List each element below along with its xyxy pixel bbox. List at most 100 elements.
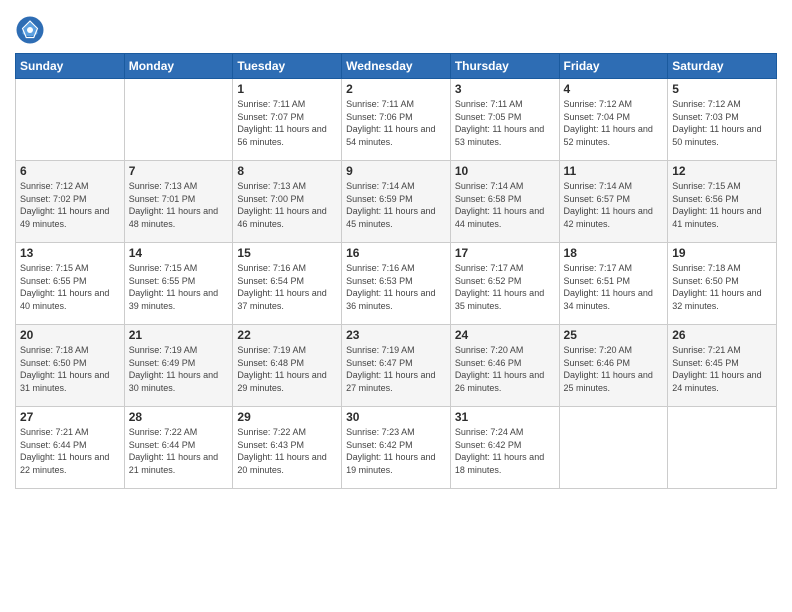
day-cell: 3 Sunrise: 7:11 AMSunset: 7:05 PMDaylight… [450, 79, 559, 161]
weekday-tuesday: Tuesday [233, 54, 342, 79]
day-info: Sunrise: 7:19 AMSunset: 6:48 PMDaylight:… [237, 344, 337, 394]
weekday-thursday: Thursday [450, 54, 559, 79]
weekday-sunday: Sunday [16, 54, 125, 79]
day-info: Sunrise: 7:21 AMSunset: 6:45 PMDaylight:… [672, 344, 772, 394]
day-cell: 27 Sunrise: 7:21 AMSunset: 6:44 PMDayligh… [16, 407, 125, 489]
day-cell [16, 79, 125, 161]
day-info: Sunrise: 7:17 AMSunset: 6:51 PMDaylight:… [564, 262, 664, 312]
day-number: 24 [455, 328, 555, 342]
week-row-2: 6 Sunrise: 7:12 AMSunset: 7:02 PMDaylight… [16, 161, 777, 243]
day-cell: 21 Sunrise: 7:19 AMSunset: 6:49 PMDayligh… [124, 325, 233, 407]
day-cell: 22Sunrise: 7:19 AMSunset: 6:48 PMDayligh… [233, 325, 342, 407]
day-number: 5 [672, 82, 772, 96]
day-number: 9 [346, 164, 446, 178]
day-info: Sunrise: 7:11 AMSunset: 7:07 PMDaylight:… [237, 98, 337, 148]
day-info: Sunrise: 7:14 AMSunset: 6:58 PMDaylight:… [455, 180, 555, 230]
day-info: Sunrise: 7:18 AMSunset: 6:50 PMDaylight:… [20, 344, 120, 394]
week-row-4: 20 Sunrise: 7:18 AMSunset: 6:50 PMDayligh… [16, 325, 777, 407]
day-info: Sunrise: 7:14 AMSunset: 6:57 PMDaylight:… [564, 180, 664, 230]
day-cell: 9 Sunrise: 7:14 AMSunset: 6:59 PMDaylight… [342, 161, 451, 243]
day-number: 7 [129, 164, 229, 178]
day-cell: 6 Sunrise: 7:12 AMSunset: 7:02 PMDaylight… [16, 161, 125, 243]
day-info: Sunrise: 7:15 AMSunset: 6:55 PMDaylight:… [20, 262, 120, 312]
weekday-header-row: SundayMondayTuesdayWednesdayThursdayFrid… [16, 54, 777, 79]
day-number: 1 [237, 82, 337, 96]
day-info: Sunrise: 7:19 AMSunset: 6:47 PMDaylight:… [346, 344, 446, 394]
weekday-wednesday: Wednesday [342, 54, 451, 79]
day-cell: 24Sunrise: 7:20 AMSunset: 6:46 PMDayligh… [450, 325, 559, 407]
day-cell [559, 407, 668, 489]
day-cell: 23 Sunrise: 7:19 AMSunset: 6:47 PMDayligh… [342, 325, 451, 407]
week-row-5: 27 Sunrise: 7:21 AMSunset: 6:44 PMDayligh… [16, 407, 777, 489]
weekday-monday: Monday [124, 54, 233, 79]
day-number: 20 [20, 328, 120, 342]
day-number: 12 [672, 164, 772, 178]
day-cell: 26Sunrise: 7:21 AMSunset: 6:45 PMDayligh… [668, 325, 777, 407]
calendar-container: SundayMondayTuesdayWednesdayThursdayFrid… [0, 0, 792, 612]
day-number: 6 [20, 164, 120, 178]
day-info: Sunrise: 7:11 AMSunset: 7:06 PMDaylight:… [346, 98, 446, 148]
day-info: Sunrise: 7:13 AMSunset: 7:01 PMDaylight:… [129, 180, 229, 230]
day-number: 28 [129, 410, 229, 424]
day-number: 21 [129, 328, 229, 342]
day-cell: 11 Sunrise: 7:14 AMSunset: 6:57 PMDayligh… [559, 161, 668, 243]
day-cell: 18Sunrise: 7:17 AMSunset: 6:51 PMDayligh… [559, 243, 668, 325]
day-number: 23 [346, 328, 446, 342]
day-info: Sunrise: 7:12 AMSunset: 7:04 PMDaylight:… [564, 98, 664, 148]
day-cell: 29Sunrise: 7:22 AMSunset: 6:43 PMDayligh… [233, 407, 342, 489]
day-cell: 16 Sunrise: 7:16 AMSunset: 6:53 PMDayligh… [342, 243, 451, 325]
day-number: 30 [346, 410, 446, 424]
day-cell: 14 Sunrise: 7:15 AMSunset: 6:55 PMDayligh… [124, 243, 233, 325]
day-cell [668, 407, 777, 489]
day-cell: 10 Sunrise: 7:14 AMSunset: 6:58 PMDayligh… [450, 161, 559, 243]
logo [15, 15, 49, 45]
day-cell: 13 Sunrise: 7:15 AMSunset: 6:55 PMDayligh… [16, 243, 125, 325]
day-cell: 20 Sunrise: 7:18 AMSunset: 6:50 PMDayligh… [16, 325, 125, 407]
day-number: 14 [129, 246, 229, 260]
day-cell: 1 Sunrise: 7:11 AMSunset: 7:07 PMDaylight… [233, 79, 342, 161]
day-info: Sunrise: 7:15 AMSunset: 6:55 PMDaylight:… [129, 262, 229, 312]
day-info: Sunrise: 7:13 AMSunset: 7:00 PMDaylight:… [237, 180, 337, 230]
day-number: 27 [20, 410, 120, 424]
day-number: 4 [564, 82, 664, 96]
day-info: Sunrise: 7:16 AMSunset: 6:53 PMDaylight:… [346, 262, 446, 312]
day-number: 25 [564, 328, 664, 342]
day-info: Sunrise: 7:16 AMSunset: 6:54 PMDaylight:… [237, 262, 337, 312]
day-number: 10 [455, 164, 555, 178]
day-info: Sunrise: 7:22 AMSunset: 6:44 PMDaylight:… [129, 426, 229, 476]
day-info: Sunrise: 7:11 AMSunset: 7:05 PMDaylight:… [455, 98, 555, 148]
day-cell: 31Sunrise: 7:24 AMSunset: 6:42 PMDayligh… [450, 407, 559, 489]
day-cell: 30Sunrise: 7:23 AMSunset: 6:42 PMDayligh… [342, 407, 451, 489]
weekday-saturday: Saturday [668, 54, 777, 79]
day-cell: 12 Sunrise: 7:15 AMSunset: 6:56 PMDayligh… [668, 161, 777, 243]
day-number: 17 [455, 246, 555, 260]
day-number: 13 [20, 246, 120, 260]
day-info: Sunrise: 7:15 AMSunset: 6:56 PMDaylight:… [672, 180, 772, 230]
day-info: Sunrise: 7:18 AMSunset: 6:50 PMDaylight:… [672, 262, 772, 312]
day-cell: 5Sunrise: 7:12 AMSunset: 7:03 PMDaylight… [668, 79, 777, 161]
day-cell: 8 Sunrise: 7:13 AMSunset: 7:00 PMDaylight… [233, 161, 342, 243]
day-info: Sunrise: 7:14 AMSunset: 6:59 PMDaylight:… [346, 180, 446, 230]
day-number: 15 [237, 246, 337, 260]
day-info: Sunrise: 7:20 AMSunset: 6:46 PMDaylight:… [564, 344, 664, 394]
day-number: 11 [564, 164, 664, 178]
day-number: 16 [346, 246, 446, 260]
day-number: 2 [346, 82, 446, 96]
calendar-table: SundayMondayTuesdayWednesdayThursdayFrid… [15, 53, 777, 489]
day-cell: 7 Sunrise: 7:13 AMSunset: 7:01 PMDaylight… [124, 161, 233, 243]
day-info: Sunrise: 7:22 AMSunset: 6:43 PMDaylight:… [237, 426, 337, 476]
week-row-3: 13 Sunrise: 7:15 AMSunset: 6:55 PMDayligh… [16, 243, 777, 325]
day-info: Sunrise: 7:19 AMSunset: 6:49 PMDaylight:… [129, 344, 229, 394]
day-info: Sunrise: 7:17 AMSunset: 6:52 PMDaylight:… [455, 262, 555, 312]
day-cell: 2 Sunrise: 7:11 AMSunset: 7:06 PMDaylight… [342, 79, 451, 161]
day-cell: 4 Sunrise: 7:12 AMSunset: 7:04 PMDaylight… [559, 79, 668, 161]
day-info: Sunrise: 7:24 AMSunset: 6:42 PMDaylight:… [455, 426, 555, 476]
day-cell: 15 Sunrise: 7:16 AMSunset: 6:54 PMDayligh… [233, 243, 342, 325]
day-info: Sunrise: 7:12 AMSunset: 7:02 PMDaylight:… [20, 180, 120, 230]
day-number: 8 [237, 164, 337, 178]
day-cell: 25 Sunrise: 7:20 AMSunset: 6:46 PMDayligh… [559, 325, 668, 407]
day-number: 19 [672, 246, 772, 260]
day-info: Sunrise: 7:21 AMSunset: 6:44 PMDaylight:… [20, 426, 120, 476]
day-number: 3 [455, 82, 555, 96]
header [15, 10, 777, 45]
